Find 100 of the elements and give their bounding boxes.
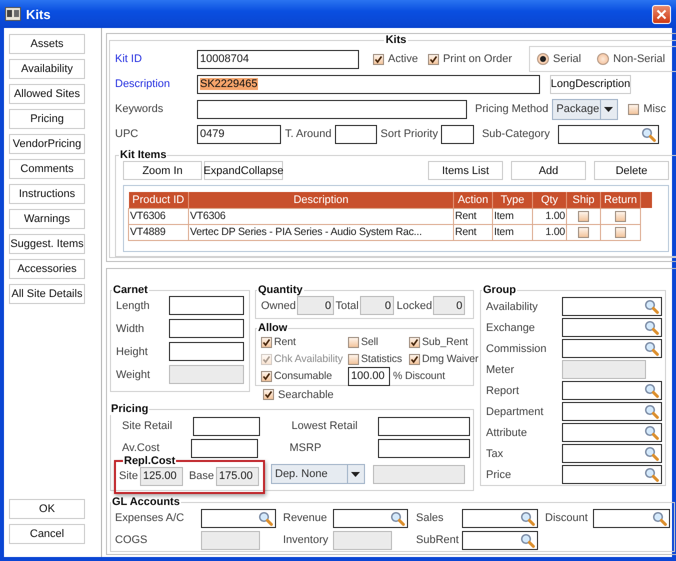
dialog-button[interactable]: Cancel (9, 524, 85, 544)
search-icon[interactable] (520, 532, 535, 548)
text-field[interactable] (192, 416, 260, 436)
checkbox[interactable] (428, 54, 439, 64)
toolbar-button[interactable]: Zoom In (123, 161, 202, 180)
column-header[interactable]: Type (492, 192, 532, 208)
long-description-button[interactable]: LongDescription (550, 74, 631, 94)
readonly-field[interactable] (562, 360, 646, 379)
toolbar-button[interactable]: Delete (594, 161, 669, 180)
lookup-field[interactable] (562, 444, 662, 463)
search-icon[interactable] (644, 425, 659, 440)
search-icon[interactable] (520, 510, 535, 526)
column-header[interactable]: Ship (566, 192, 600, 208)
search-icon[interactable] (644, 404, 659, 419)
dropdown[interactable]: Package (552, 98, 618, 120)
lookup-field[interactable] (562, 465, 662, 484)
dropdown[interactable]: Dep. None (271, 464, 365, 484)
toolbar-button[interactable]: Items List (428, 161, 503, 180)
toolbar-button[interactable]: ExpandCollapse (204, 161, 283, 180)
text-field[interactable] (378, 438, 470, 458)
number-field[interactable]: 0 (360, 296, 394, 315)
nav-button[interactable]: Assets (9, 34, 85, 54)
readonly-field[interactable]: 175.00 (216, 466, 260, 486)
nav-button[interactable]: VendorPricing (9, 134, 85, 154)
lookup-field[interactable] (558, 124, 659, 144)
readonly-field[interactable] (373, 464, 465, 484)
nav-button[interactable]: Availability (9, 59, 85, 79)
checkbox[interactable] (263, 389, 274, 400)
search-icon[interactable] (258, 510, 273, 526)
search-icon[interactable] (390, 510, 405, 526)
readonly-field[interactable] (169, 365, 244, 384)
checkbox[interactable] (261, 336, 272, 348)
radio-button[interactable] (537, 53, 549, 65)
checkbox[interactable] (409, 336, 420, 348)
checkbox[interactable] (348, 354, 359, 364)
field-label: Exchange (486, 322, 535, 334)
text-field[interactable] (169, 319, 244, 338)
nav-button[interactable]: Comments (9, 159, 85, 179)
lookup-field[interactable] (562, 318, 662, 337)
lookup-field[interactable] (562, 402, 662, 421)
nav-button[interactable]: Suggest. Items (9, 234, 85, 254)
dialog-button[interactable]: OK (9, 499, 85, 519)
checkbox[interactable] (409, 354, 420, 364)
column-header[interactable]: Action (454, 192, 492, 208)
lookup-field[interactable] (201, 508, 276, 528)
checkbox[interactable] (578, 210, 589, 222)
text-field[interactable] (440, 124, 474, 144)
checkbox[interactable] (615, 226, 626, 238)
lookup-field[interactable] (562, 297, 662, 316)
text-field[interactable] (190, 438, 258, 458)
number-field[interactable]: 0 (433, 296, 466, 315)
text-field[interactable] (169, 296, 244, 315)
checkbox[interactable] (628, 104, 640, 114)
checkbox[interactable] (373, 54, 384, 64)
text-field[interactable] (169, 342, 244, 361)
checkbox[interactable] (261, 370, 272, 382)
text-field[interactable]: 100.00 (348, 366, 390, 386)
nav-button[interactable]: Warnings (9, 209, 85, 229)
search-icon[interactable] (640, 126, 656, 142)
lookup-field[interactable] (562, 381, 662, 400)
lookup-field[interactable] (562, 423, 662, 442)
search-icon[interactable] (644, 446, 659, 461)
text-field[interactable]: 0479 (197, 124, 281, 144)
nav-button[interactable]: Pricing (9, 109, 85, 129)
column-header[interactable]: Qty (532, 192, 566, 208)
lookup-field[interactable] (593, 508, 670, 528)
text-field[interactable] (378, 416, 470, 436)
field-label: SubRent (416, 534, 459, 546)
search-icon[interactable] (644, 320, 659, 335)
radio-button[interactable] (597, 53, 610, 65)
column-header[interactable]: Product ID (128, 192, 188, 208)
search-icon[interactable] (652, 510, 667, 526)
readonly-field[interactable] (333, 530, 392, 550)
checkbox[interactable] (615, 210, 626, 222)
search-icon[interactable] (644, 341, 659, 356)
lookup-field[interactable] (333, 508, 408, 528)
search-icon[interactable] (644, 299, 659, 314)
toolbar-button[interactable]: Add (511, 161, 586, 180)
lookup-field[interactable] (462, 530, 538, 550)
column-header[interactable]: Description (188, 192, 454, 208)
readonly-field[interactable] (201, 530, 260, 550)
text-field[interactable]: SK2229465 (197, 74, 540, 94)
nav-button[interactable]: Allowed Sites (9, 84, 85, 104)
checkbox-label: Sell (361, 336, 378, 348)
search-icon[interactable] (644, 383, 659, 398)
checkbox[interactable] (348, 336, 359, 348)
checkbox[interactable] (578, 226, 589, 238)
column-header[interactable]: Return (600, 192, 640, 208)
lookup-field[interactable] (462, 508, 538, 528)
nav-button[interactable]: All Site Details (9, 284, 85, 304)
nav-button[interactable]: Instructions (9, 184, 85, 204)
lookup-field[interactable] (562, 339, 662, 358)
search-icon[interactable] (644, 467, 659, 482)
close-button[interactable] (652, 4, 671, 24)
number-field[interactable]: 0 (297, 296, 334, 315)
text-field[interactable]: 10008704 (197, 50, 359, 68)
text-field[interactable] (335, 124, 378, 144)
nav-button[interactable]: Accessories (9, 259, 85, 279)
text-field[interactable] (197, 100, 467, 118)
readonly-field[interactable]: 125.00 (140, 466, 183, 486)
